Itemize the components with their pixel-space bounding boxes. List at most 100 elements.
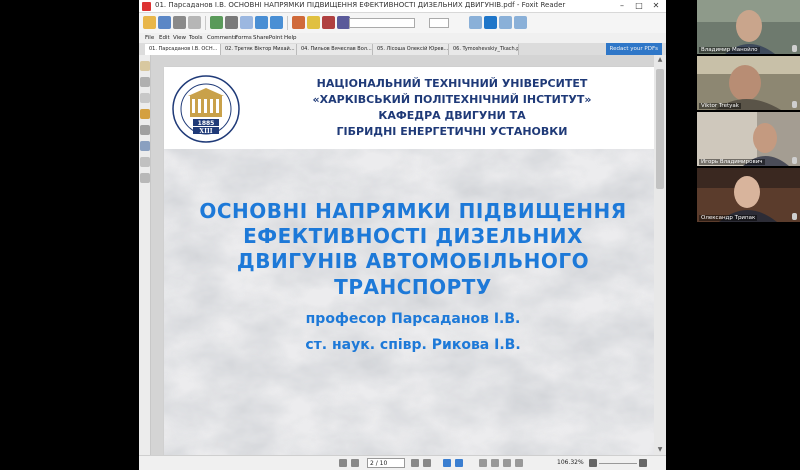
- participant-name: Игорь Владимирович: [699, 159, 765, 165]
- pages-icon[interactable]: [140, 77, 150, 87]
- last-page-icon[interactable]: [423, 459, 431, 467]
- microphone-icon: [792, 101, 797, 108]
- participant-video: [697, 56, 800, 110]
- menu-sharepoint[interactable]: SharePoint: [253, 33, 283, 43]
- minimize-button[interactable]: –: [614, 0, 630, 12]
- navigation-sidebar: [139, 55, 151, 455]
- next-page-icon[interactable]: [411, 459, 419, 467]
- security-icon[interactable]: [140, 157, 150, 167]
- participant-tile[interactable]: Игорь Владимирович: [697, 112, 800, 166]
- author-professor: професор Парсаданов І.В.: [305, 311, 521, 327]
- previous-view-icon[interactable]: [469, 16, 482, 29]
- toolbar: [139, 13, 666, 33]
- scroll-down-icon[interactable]: ▼: [654, 445, 666, 455]
- menu-tools[interactable]: Tools: [189, 33, 203, 43]
- logo-year: 1885: [198, 120, 215, 127]
- zoom-level[interactable]: 106.32%: [557, 458, 584, 468]
- continuous-facing-status-icon[interactable]: [515, 459, 523, 467]
- menu-comments[interactable]: Comments: [207, 33, 237, 43]
- tab-document-3[interactable]: 04. Пильов Вячеслав Вол...: [297, 44, 373, 55]
- attachments-icon[interactable]: [140, 125, 150, 135]
- university-name-line-2: «ХАРКІВСЬКИЙ ПОЛІТЕХНІЧНИЙ ІНСТИТУТ»: [312, 93, 592, 106]
- toolbar-separator: [205, 16, 206, 30]
- signatures-icon[interactable]: [140, 141, 150, 151]
- comments-icon[interactable]: [140, 109, 150, 119]
- bookmarks-icon[interactable]: [140, 61, 150, 71]
- slide-header: 1885 ХПІ НАЦІОНАЛЬНИЙ ТЕХНІЧНИЙ УНІВЕРСИ…: [164, 67, 662, 149]
- menu-forms[interactable]: Forms: [235, 33, 252, 43]
- department-line-2: ГІБРИДНІ ЕНЕРГЕТИЧНІ УСТАНОВКИ: [336, 125, 568, 138]
- microphone-icon: [792, 45, 797, 52]
- participant-video: [697, 112, 800, 166]
- microphone-icon: [792, 157, 797, 164]
- zoom-out-status-icon[interactable]: [589, 459, 597, 467]
- save-icon[interactable]: [158, 16, 171, 29]
- close-button[interactable]: ✕: [648, 0, 664, 12]
- participant-tile[interactable]: Viktor Tretyak: [697, 56, 800, 110]
- menu-file[interactable]: File: [145, 33, 154, 43]
- scroll-up-icon[interactable]: ▲: [654, 55, 666, 65]
- vertical-scrollbar[interactable]: ▲ ▼: [654, 55, 666, 455]
- typewriter-icon[interactable]: [292, 16, 305, 29]
- author-researcher: ст. наук. співр. Рикова І.В.: [305, 337, 521, 353]
- previous-page-icon[interactable]: [351, 459, 359, 467]
- document-tabs: 01. Парсаданов І.В. ОСН... 02. Третяк Ві…: [139, 43, 666, 55]
- document-viewport[interactable]: 1885 ХПІ НАЦІОНАЛЬНИЙ ТЕХНІЧНИЙ УНІВЕРСИ…: [151, 55, 666, 455]
- menu-edit[interactable]: Edit: [159, 33, 170, 43]
- zoom-slider[interactable]: [599, 463, 637, 464]
- menu-help[interactable]: Help: [284, 33, 297, 43]
- select-text-icon[interactable]: [225, 16, 238, 29]
- participant-tile[interactable]: Владимир Манойло: [697, 0, 800, 54]
- marble-background: [164, 149, 662, 455]
- find-next-input[interactable]: [429, 18, 449, 28]
- slide-title-line-4: ТРАНСПОРТУ: [334, 275, 492, 299]
- university-name-line-1: НАЦІОНАЛЬНИЙ ТЕХНІЧНИЙ УНІВЕРСИТЕТ: [316, 77, 588, 90]
- print-icon[interactable]: [173, 16, 186, 29]
- menu-bar: File Edit View Tools Comments Forms Shar…: [139, 33, 666, 43]
- first-page-icon[interactable]: [339, 459, 347, 467]
- zoom-in-icon[interactable]: [255, 16, 268, 29]
- hand-tool-icon[interactable]: [210, 16, 223, 29]
- tab-document-5[interactable]: 06. Tymoshevskiy_Tkach.pdf: [449, 44, 519, 55]
- menu-view[interactable]: View: [173, 33, 186, 43]
- snapshot-icon[interactable]: [240, 16, 253, 29]
- zoom-out-icon[interactable]: [270, 16, 283, 29]
- khpi-logo-icon: 1885 ХПІ: [172, 75, 240, 143]
- window-title: 01. Парсаданов І.В. ОСНОВНІ НАПРЯМКИ ПІД…: [155, 1, 566, 9]
- continuous-status-icon[interactable]: [491, 459, 499, 467]
- foxit-app-icon: [142, 2, 151, 11]
- properties-icon[interactable]: [140, 173, 150, 183]
- participant-name: Владимир Манойло: [699, 47, 760, 53]
- email-icon[interactable]: [188, 16, 201, 29]
- participant-name: Олександр Трипак: [699, 215, 758, 221]
- note-icon[interactable]: [307, 16, 320, 29]
- microphone-icon: [792, 213, 797, 220]
- participant-tile[interactable]: Олександр Трипак: [697, 168, 800, 222]
- single-page-view-icon[interactable]: [484, 16, 497, 29]
- screen: 01. Парсаданов І.В. ОСНОВНІ НАПРЯМКИ ПІД…: [0, 0, 800, 470]
- page-number-input[interactable]: 2 / 10: [367, 458, 405, 468]
- participant-name: Viktor Tretyak: [699, 103, 741, 109]
- layers-icon[interactable]: [140, 93, 150, 103]
- zoom-in-status-icon[interactable]: [639, 459, 647, 467]
- facing-status-icon[interactable]: [503, 459, 511, 467]
- scrollbar-thumb[interactable]: [656, 69, 664, 189]
- continuous-view-icon[interactable]: [499, 16, 512, 29]
- tab-document-2[interactable]: 02. Третяк Віктор Михай...: [221, 44, 297, 55]
- title-bar: 01. Парсаданов І.В. ОСНОВНІ НАПРЯМКИ ПІД…: [139, 0, 666, 13]
- previous-view-status-icon[interactable]: [443, 459, 451, 467]
- slide-title-line-2: ЕФЕКТИВНОСТІ ДИЗЕЛЬНИХ: [243, 224, 583, 248]
- open-folder-icon[interactable]: [143, 16, 156, 29]
- search-input[interactable]: [349, 18, 415, 28]
- participant-video: [697, 168, 800, 222]
- maximize-button[interactable]: □: [631, 0, 647, 12]
- single-page-status-icon[interactable]: [479, 459, 487, 467]
- highlight-icon[interactable]: [322, 16, 335, 29]
- participant-video: [697, 0, 800, 54]
- pdf-page: 1885 ХПІ НАЦІОНАЛЬНИЙ ТЕХНІЧНИЙ УНІВЕРСИ…: [164, 67, 662, 455]
- facing-view-icon[interactable]: [514, 16, 527, 29]
- tab-document-1[interactable]: 01. Парсаданов І.В. ОСН...: [145, 44, 221, 55]
- tab-document-4[interactable]: 05. Лісоша Олексій Юрев...: [373, 44, 449, 55]
- next-view-status-icon[interactable]: [455, 459, 463, 467]
- redact-promo-banner[interactable]: Redact your PDFs: [605, 43, 662, 55]
